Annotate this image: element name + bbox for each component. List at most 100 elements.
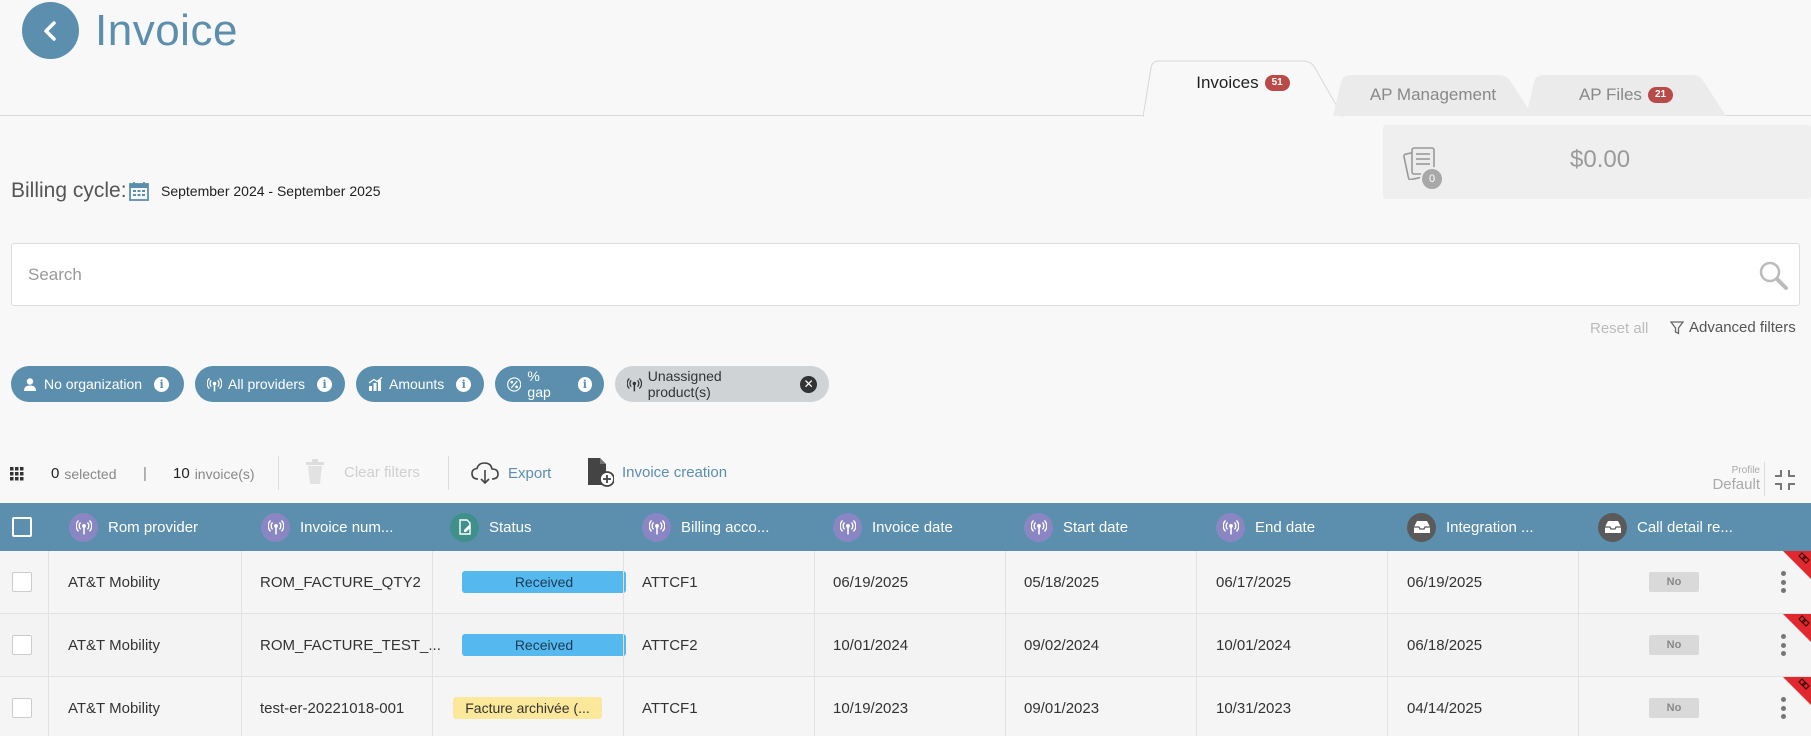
invoice-number: 10 — [173, 465, 190, 482]
tab-label: Invoices — [1196, 73, 1259, 92]
advanced-filters-button[interactable]: Advanced filters — [1670, 319, 1796, 336]
cell-invoice-number[interactable]: test-er-20221018-001 — [260, 677, 404, 736]
select-all-checkbox[interactable] — [12, 517, 32, 537]
column-header[interactable]: Rom provider — [69, 503, 198, 551]
trash-icon — [306, 459, 324, 484]
status-badge: Received — [462, 634, 626, 656]
column-header[interactable]: End date — [1216, 503, 1315, 551]
cell-provider: AT&T Mobility — [68, 699, 160, 717]
chip-no-organization[interactable]: No organization i — [11, 366, 184, 402]
antenna-icon — [207, 377, 222, 391]
search-icon[interactable] — [1757, 259, 1789, 291]
column-header[interactable]: Integration ... — [1407, 503, 1534, 551]
row-checkbox[interactable] — [12, 698, 32, 718]
tab-invoices[interactable]: Invoices 51 — [1143, 60, 1343, 117]
collapse-icon[interactable] — [1773, 468, 1797, 492]
table-row[interactable]: AT&T Mobility test-er-20221018-001 Factu… — [0, 677, 1811, 736]
column-label: Invoice date — [872, 518, 953, 536]
column-header[interactable]: Status — [450, 503, 532, 551]
chip-all-providers[interactable]: All providers i — [195, 366, 345, 402]
unlink-flag-icon — [1783, 677, 1811, 705]
file-add-icon — [588, 458, 614, 487]
chip-label: All providers — [228, 376, 306, 392]
table-header: Rom provider Invoice num... Status Billi… — [0, 503, 1811, 551]
billing-cycle-range[interactable]: September 2024 - September 2025 — [161, 183, 380, 199]
funnel-icon — [1670, 320, 1684, 335]
column-label: Invoice num... — [300, 518, 394, 536]
chip-percent-gap[interactable]: % gap i — [495, 366, 604, 402]
antenna-icon — [69, 512, 98, 542]
cell-provider: AT&T Mobility — [68, 573, 160, 591]
chip-amounts[interactable]: Amounts i — [356, 366, 484, 402]
divider — [1764, 462, 1765, 496]
close-icon[interactable]: ✕ — [800, 375, 817, 393]
divider — [278, 456, 279, 490]
profile-selector[interactable]: Profile Default — [1690, 465, 1760, 493]
cell-billing-account: ATTCF2 — [642, 636, 698, 654]
antenna-icon — [1024, 512, 1053, 542]
cell-billing-account: ATTCF1 — [642, 573, 698, 591]
column-header[interactable]: Billing acco... — [642, 503, 769, 551]
inbox-icon — [1598, 512, 1627, 542]
page-header: Invoice Invoices 51 AP Management AP Fil… — [0, 0, 1811, 117]
search-input[interactable] — [28, 262, 1728, 288]
tab-label: AP Files — [1578, 85, 1642, 104]
unlink-flag-icon — [1783, 551, 1811, 579]
cdr-badge: No — [1649, 572, 1699, 592]
cloud-download-icon — [471, 462, 499, 485]
chip-label: Amounts — [389, 376, 445, 392]
info-icon[interactable]: i — [317, 376, 333, 392]
selected-count: 0 selected — [51, 465, 117, 482]
column-header[interactable]: Start date — [1024, 503, 1128, 551]
chip-unassigned-products[interactable]: Unassigned product(s) ✕ — [615, 366, 829, 402]
row-checkbox[interactable] — [12, 572, 32, 592]
reset-all-link[interactable]: Reset all — [1590, 320, 1648, 337]
info-icon[interactable]: i — [154, 376, 170, 392]
search-box — [11, 243, 1800, 306]
cell-end-date: 10/01/2024 — [1216, 636, 1292, 654]
toolbar-divider: | — [143, 465, 147, 482]
tab-ap-files[interactable]: AP Files 21 — [1526, 74, 1726, 116]
tab-label: AP Management — [1369, 85, 1497, 104]
table-row[interactable]: AT&T Mobility ROM_FACTURE_TEST_... Recei… — [0, 614, 1811, 677]
invoice-creation-button[interactable]: Invoice creation — [586, 457, 727, 487]
cell-start-date: 09/02/2024 — [1024, 636, 1100, 654]
chip-label: Unassigned product(s) — [647, 368, 722, 400]
invoice-count-label: invoice(s) — [194, 465, 255, 482]
cell-start-date: 05/18/2025 — [1024, 573, 1100, 591]
antenna-icon — [1216, 512, 1245, 542]
status-badge: Received — [462, 571, 626, 593]
column-label: Status — [489, 518, 532, 536]
antenna-icon — [833, 512, 862, 542]
divider — [448, 456, 449, 490]
calendar-icon[interactable] — [128, 180, 150, 202]
row-checkbox[interactable] — [12, 635, 32, 655]
clear-filters-button[interactable]: Clear filters — [304, 459, 420, 485]
summary-amount: $0.00 — [1570, 146, 1631, 173]
cell-invoice-number[interactable]: ROM_FACTURE_TEST_... — [260, 614, 441, 676]
cdr-badge: No — [1649, 698, 1699, 718]
back-button[interactable] — [22, 2, 79, 59]
cell-invoice-date: 06/19/2025 — [833, 573, 909, 591]
grid-icon[interactable] — [10, 467, 24, 481]
profile-value: Default — [1712, 476, 1760, 493]
column-label: End date — [1255, 518, 1316, 536]
antenna-icon — [261, 512, 290, 542]
info-icon[interactable]: i — [456, 376, 472, 392]
column-header[interactable]: Invoice date — [833, 503, 953, 551]
cell-invoice-number[interactable]: ROM_FACTURE_QTY2 — [260, 551, 421, 613]
tab-ap-management[interactable]: AP Management — [1333, 74, 1533, 116]
table-row[interactable]: AT&T Mobility ROM_FACTURE_QTY2 Received … — [0, 551, 1811, 614]
export-button[interactable]: Export — [470, 461, 551, 485]
cell-integration-date: 06/18/2025 — [1407, 636, 1483, 654]
org-icon — [24, 377, 36, 391]
cell-invoice-date: 10/01/2024 — [833, 636, 909, 654]
chip-label: % gap — [527, 368, 551, 400]
cell-provider: AT&T Mobility — [68, 636, 160, 654]
inbox-icon — [1407, 512, 1436, 542]
column-header[interactable]: Invoice num... — [261, 503, 393, 551]
export-label: Export — [508, 464, 552, 482]
page-title: Invoice — [95, 6, 238, 55]
info-icon[interactable]: i — [577, 376, 592, 392]
column-header[interactable]: Call detail re... — [1598, 503, 1733, 551]
